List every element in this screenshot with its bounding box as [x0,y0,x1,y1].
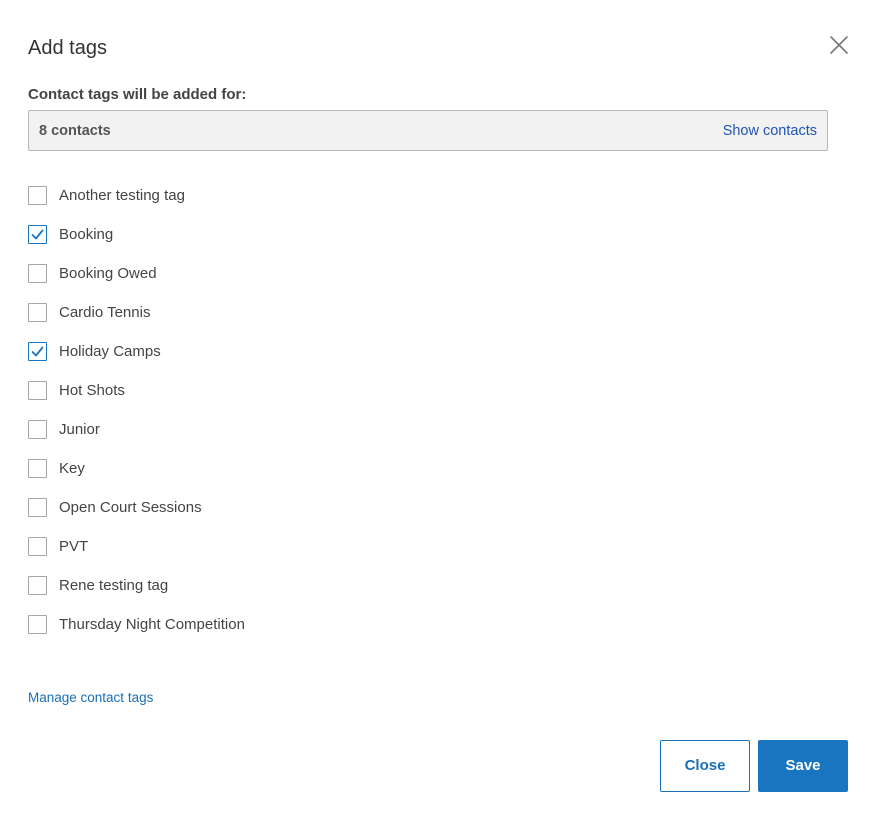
close-icon[interactable] [828,34,850,56]
tag-item[interactable]: Rene testing tag [28,576,245,615]
tag-checkbox[interactable] [28,381,47,400]
tag-checkbox-checked[interactable] [28,225,47,244]
tag-label: Cardio Tennis [59,304,151,321]
tag-checkbox-checked[interactable] [28,342,47,361]
tag-label: Another testing tag [59,187,185,204]
tag-item[interactable]: Junior [28,420,245,459]
manage-contact-tags-link[interactable]: Manage contact tags [28,689,153,707]
tag-label: Thursday Night Competition [59,616,245,633]
tag-label: Key [59,460,85,477]
contacts-count: 8 contacts [39,123,111,139]
tag-label: PVT [59,538,89,555]
tag-list: Another testing tag Booking Booking Owed Ca… [28,186,245,654]
tag-checkbox[interactable] [28,420,47,439]
tag-checkbox[interactable] [28,498,47,517]
tag-checkbox[interactable] [28,186,47,205]
tag-checkbox[interactable] [28,537,47,556]
tag-item[interactable]: Thursday Night Competition [28,615,245,654]
tag-label: Hot Shots [59,382,125,399]
tag-item[interactable]: Another testing tag [28,186,245,225]
tag-item[interactable]: Key [28,459,245,498]
tag-label: Open Court Sessions [59,499,202,516]
tag-checkbox[interactable] [28,615,47,634]
tag-checkbox[interactable] [28,264,47,283]
tag-label: Holiday Camps [59,343,161,360]
contacts-heading: Contact tags will be added for: [28,86,247,103]
tag-item[interactable]: Hot Shots [28,381,245,420]
tag-item[interactable]: Holiday Camps [28,342,245,381]
tag-checkbox[interactable] [28,303,47,322]
tag-checkbox[interactable] [28,459,47,478]
tag-checkbox[interactable] [28,576,47,595]
tag-item[interactable]: PVT [28,537,245,576]
tag-label: Booking [59,226,114,243]
tag-item[interactable]: Booking Owed [28,264,245,303]
close-button[interactable]: Close [660,740,750,792]
tag-label: Booking Owed [59,265,157,282]
add-tags-dialog: Add tags Contact tags will be added for:… [0,0,880,818]
contacts-summary-box: 8 contacts Show contacts [28,110,828,151]
tag-label: Junior [59,421,100,438]
tag-label: Rene testing tag [59,577,169,594]
checkmark-icon [31,346,44,357]
tag-item[interactable]: Open Court Sessions [28,498,245,537]
checkmark-icon [31,229,44,240]
dialog-title: Add tags [28,37,107,59]
save-button[interactable]: Save [758,740,848,792]
show-contacts-link[interactable]: Show contacts [723,122,817,140]
tag-item[interactable]: Booking [28,225,245,264]
tag-item[interactable]: Cardio Tennis [28,303,245,342]
